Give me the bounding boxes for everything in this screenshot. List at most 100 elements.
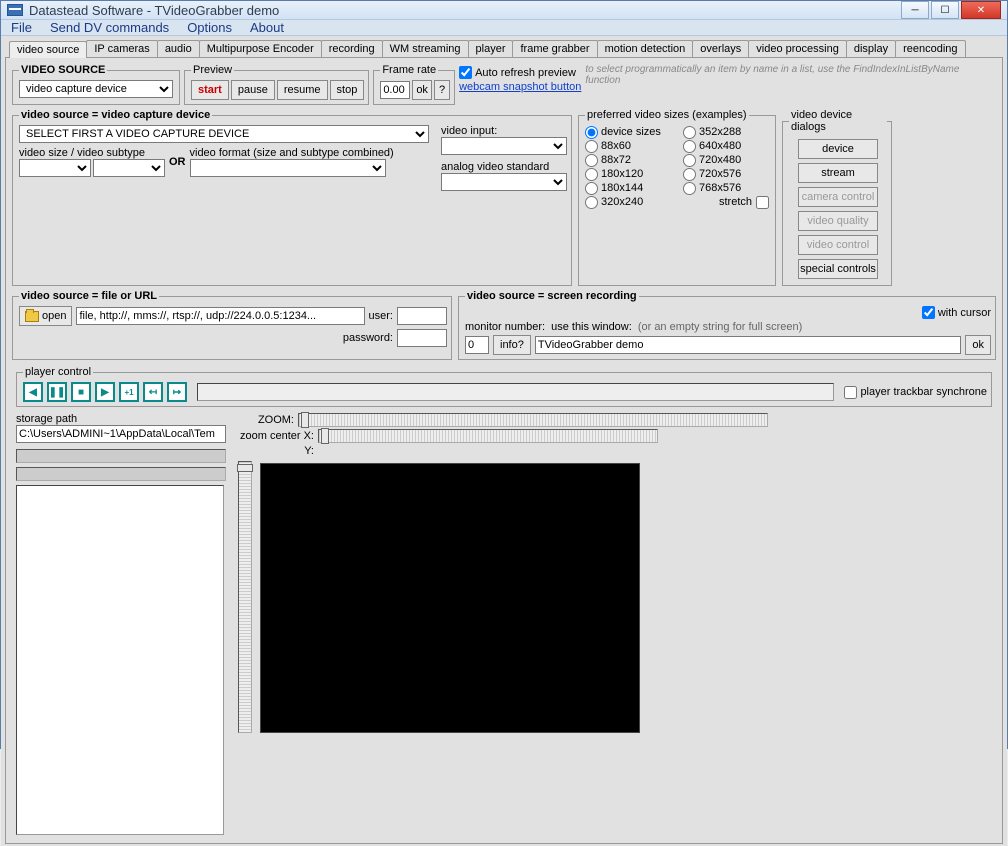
with-cursor-check[interactable]: with cursor	[922, 306, 991, 319]
use-window-label: use this window:	[551, 321, 632, 333]
size-320x240[interactable]: 320x240	[585, 195, 673, 209]
tab-overlays[interactable]: overlays	[692, 40, 749, 57]
video-control-button[interactable]: video control	[798, 235, 878, 255]
tab-video-processing[interactable]: video processing	[748, 40, 847, 57]
video-quality-button[interactable]: video quality	[798, 211, 878, 231]
monitor-info-button[interactable]: info?	[493, 335, 531, 355]
capture-device-combo[interactable]: SELECT FIRST A VIDEO CAPTURE DEVICE	[19, 125, 429, 143]
resume-button[interactable]: resume	[277, 80, 328, 100]
player-fwd-button[interactable]: ↦	[167, 382, 187, 402]
analog-std-combo[interactable]	[441, 173, 567, 191]
or-label: OR	[169, 156, 186, 168]
tab-wm-streaming[interactable]: WM streaming	[382, 40, 469, 57]
tab-recording[interactable]: recording	[321, 40, 383, 57]
player-play-button[interactable]: ▶	[95, 382, 115, 402]
size-720x576[interactable]: 720x576	[683, 167, 771, 181]
stop-button[interactable]: stop	[330, 80, 365, 100]
size-720x480[interactable]: 720x480	[683, 153, 771, 167]
framerate-input[interactable]	[380, 81, 410, 99]
player-stop-button[interactable]: ■	[71, 382, 91, 402]
analog-std-label: analog video standard	[441, 161, 567, 173]
size-768x576[interactable]: 768x576	[683, 181, 771, 195]
storage-bar-1	[16, 449, 226, 463]
tab-player[interactable]: player	[468, 40, 514, 57]
video-subtype-combo[interactable]	[93, 159, 165, 177]
player-trackbar[interactable]	[197, 383, 834, 401]
zoom-x-slider[interactable]	[318, 429, 658, 443]
video-source-combo[interactable]: video capture device	[19, 80, 173, 98]
video-size-combo[interactable]	[19, 159, 91, 177]
size-88x60[interactable]: 88x60	[585, 139, 673, 153]
tab-strip: video source IP cameras audio Multipurpo…	[3, 38, 1005, 57]
zoom-slider[interactable]	[298, 413, 768, 427]
menu-send-dv[interactable]: Send DV commands	[50, 20, 169, 35]
tab-ip-cameras[interactable]: IP cameras	[86, 40, 157, 57]
video-input-combo[interactable]	[441, 137, 567, 155]
close-button[interactable]: ✕	[961, 1, 1001, 19]
window-title-input[interactable]	[535, 336, 962, 354]
device-dialog-button[interactable]: device	[798, 139, 878, 159]
zoom-label: ZOOM:	[234, 414, 294, 426]
tab-video-source[interactable]: video source	[9, 41, 87, 58]
size-180x120[interactable]: 180x120	[585, 167, 673, 181]
user-label: user:	[369, 310, 393, 322]
video-size-label: video size / video subtype	[19, 147, 165, 159]
framerate-legend: Frame rate	[380, 64, 438, 76]
menubar: File Send DV commands Options About	[1, 20, 1007, 36]
framerate-ok[interactable]: ok	[412, 80, 432, 100]
player-prev-button[interactable]: ◀	[23, 382, 43, 402]
player-pause-button[interactable]: ❚❚	[47, 382, 67, 402]
stretch-check[interactable]	[756, 196, 769, 209]
password-input[interactable]	[397, 329, 447, 347]
dialogs-legend: video device dialogs	[789, 109, 887, 133]
start-button[interactable]: start	[191, 80, 229, 100]
monitor-number-input[interactable]	[465, 336, 489, 354]
player-control-legend: player control	[23, 366, 93, 378]
file-url-input[interactable]	[76, 307, 364, 325]
tab-audio[interactable]: audio	[157, 40, 200, 57]
trackbar-sync-check[interactable]: player trackbar synchrone	[844, 386, 987, 399]
auto-refresh-check[interactable]: Auto refresh preview	[459, 66, 581, 79]
file-source-legend: video source = file or URL	[19, 290, 159, 302]
size-180x144[interactable]: 180x144	[585, 181, 673, 195]
open-file-button[interactable]: open	[19, 306, 72, 326]
file-tree[interactable]	[16, 485, 224, 835]
video-format-label: video format (size and subtype combined)	[190, 147, 436, 159]
webcam-snapshot-link[interactable]: webcam snapshot button	[459, 81, 581, 93]
preview-legend: Preview	[191, 64, 234, 76]
sizes-legend: preferred video sizes (examples)	[585, 109, 749, 121]
minimize-button[interactable]: ─	[901, 1, 929, 19]
size-88x72[interactable]: 88x72	[585, 153, 673, 167]
video-source-legend: VIDEO SOURCE	[19, 64, 107, 76]
camera-control-button[interactable]: camera control	[798, 187, 878, 207]
zoom-y-slider[interactable]	[238, 461, 252, 733]
tab-display[interactable]: display	[846, 40, 896, 57]
video-display	[260, 463, 640, 733]
size-640x480[interactable]: 640x480	[683, 139, 771, 153]
user-input[interactable]	[397, 307, 447, 325]
app-icon	[7, 4, 23, 16]
size-device[interactable]: device sizes	[585, 125, 673, 139]
player-rew-button[interactable]: ↤	[143, 382, 163, 402]
window-hint: (or an empty string for full screen)	[638, 321, 802, 333]
tab-reencoding[interactable]: reencoding	[895, 40, 965, 57]
tab-frame-grabber[interactable]: frame grabber	[512, 40, 597, 57]
size-352x288[interactable]: 352x288	[683, 125, 771, 139]
folder-icon	[25, 311, 39, 322]
window-title: Datastead Software - TVideoGrabber demo	[29, 3, 901, 18]
storage-path-input[interactable]	[16, 425, 226, 443]
tab-multipurpose-encoder[interactable]: Multipurpose Encoder	[199, 40, 322, 57]
stream-dialog-button[interactable]: stream	[798, 163, 878, 183]
special-controls-button[interactable]: special controls	[798, 259, 878, 279]
video-format-combo[interactable]	[190, 159, 386, 177]
framerate-help[interactable]: ?	[434, 80, 450, 100]
menu-about[interactable]: About	[250, 20, 284, 35]
menu-options[interactable]: Options	[187, 20, 232, 35]
tab-motion-detection[interactable]: motion detection	[597, 40, 694, 57]
maximize-button[interactable]: ☐	[931, 1, 959, 19]
pause-button[interactable]: pause	[231, 80, 275, 100]
screen-rec-ok[interactable]: ok	[965, 335, 991, 355]
menu-file[interactable]: File	[11, 20, 32, 35]
zoom-x-label: zoom center X:	[234, 430, 314, 442]
player-step-button[interactable]: +1	[119, 382, 139, 402]
